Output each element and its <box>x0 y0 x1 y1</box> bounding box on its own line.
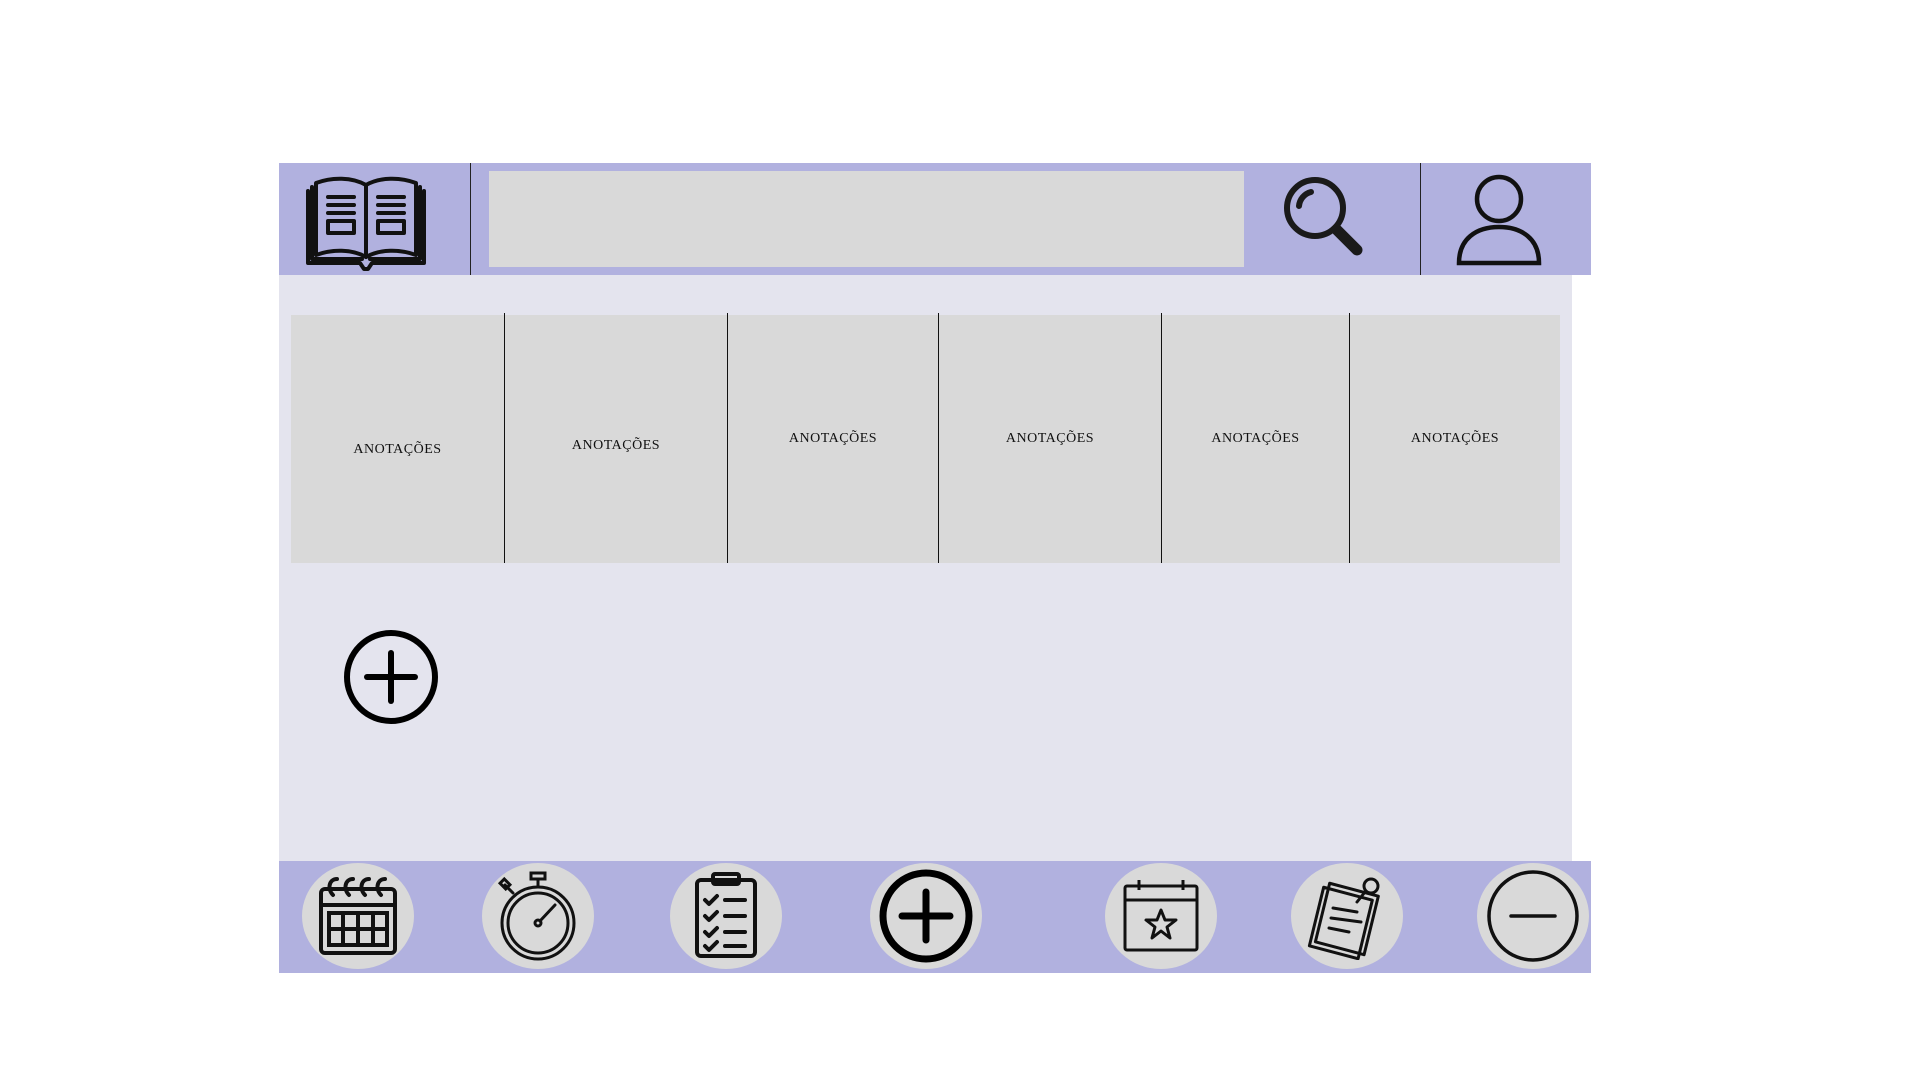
add-button[interactable] <box>870 863 982 969</box>
header-divider <box>1420 163 1421 275</box>
stopwatch-button[interactable] <box>482 863 594 969</box>
note-card[interactable]: ANOTAÇÕES <box>505 315 727 563</box>
note-card[interactable]: ANOTAÇÕES <box>291 315 504 563</box>
calendar-icon <box>319 877 397 955</box>
minus-circle-icon <box>1487 870 1579 962</box>
add-note-button[interactable] <box>343 629 439 725</box>
notes-button[interactable] <box>1291 863 1403 969</box>
plus-circle-icon <box>879 869 973 963</box>
search-button[interactable] <box>1274 167 1374 267</box>
open-book-icon[interactable] <box>301 171 431 271</box>
user-icon <box>1456 174 1542 266</box>
calendar-button[interactable] <box>302 863 414 969</box>
top-bar <box>279 163 1591 275</box>
note-label: ANOTAÇÕES <box>1005 431 1095 446</box>
note-label: ANOTAÇÕES <box>1211 431 1300 446</box>
note-card[interactable]: ANOTAÇÕES <box>939 315 1161 563</box>
note-label: ANOTAÇÕES <box>571 438 661 453</box>
plus-circle-icon <box>344 630 438 724</box>
app-window: ANOTAÇÕES ANOTAÇÕES ANOTAÇÕES ANOTAÇÕES … <box>279 163 1591 973</box>
note-label: ANOTAÇÕES <box>1410 431 1500 446</box>
header-divider <box>470 163 471 275</box>
note-label: ANOTAÇÕES <box>788 431 878 446</box>
checklist-button[interactable] <box>670 863 782 969</box>
notes-strip: ANOTAÇÕES ANOTAÇÕES ANOTAÇÕES ANOTAÇÕES … <box>291 313 1560 563</box>
note-card[interactable]: ANOTAÇÕES <box>728 315 938 563</box>
stopwatch-icon <box>497 871 576 961</box>
note-card[interactable]: ANOTAÇÕES <box>1162 315 1349 563</box>
search-input[interactable] <box>489 171 1244 267</box>
events-button[interactable] <box>1105 863 1217 969</box>
user-profile-button[interactable] <box>1449 167 1549 271</box>
calendar-star-icon <box>1123 880 1199 952</box>
note-card[interactable]: ANOTAÇÕES <box>1350 315 1560 563</box>
note-label: ANOTAÇÕES <box>353 442 442 457</box>
remove-button[interactable] <box>1477 863 1589 969</box>
bottom-navigation <box>279 861 1591 973</box>
magnifier-icon <box>1284 177 1363 256</box>
main-panel: ANOTAÇÕES ANOTAÇÕES ANOTAÇÕES ANOTAÇÕES … <box>279 275 1572 861</box>
checklist-icon <box>695 872 757 958</box>
pinned-note-icon <box>1307 877 1380 960</box>
